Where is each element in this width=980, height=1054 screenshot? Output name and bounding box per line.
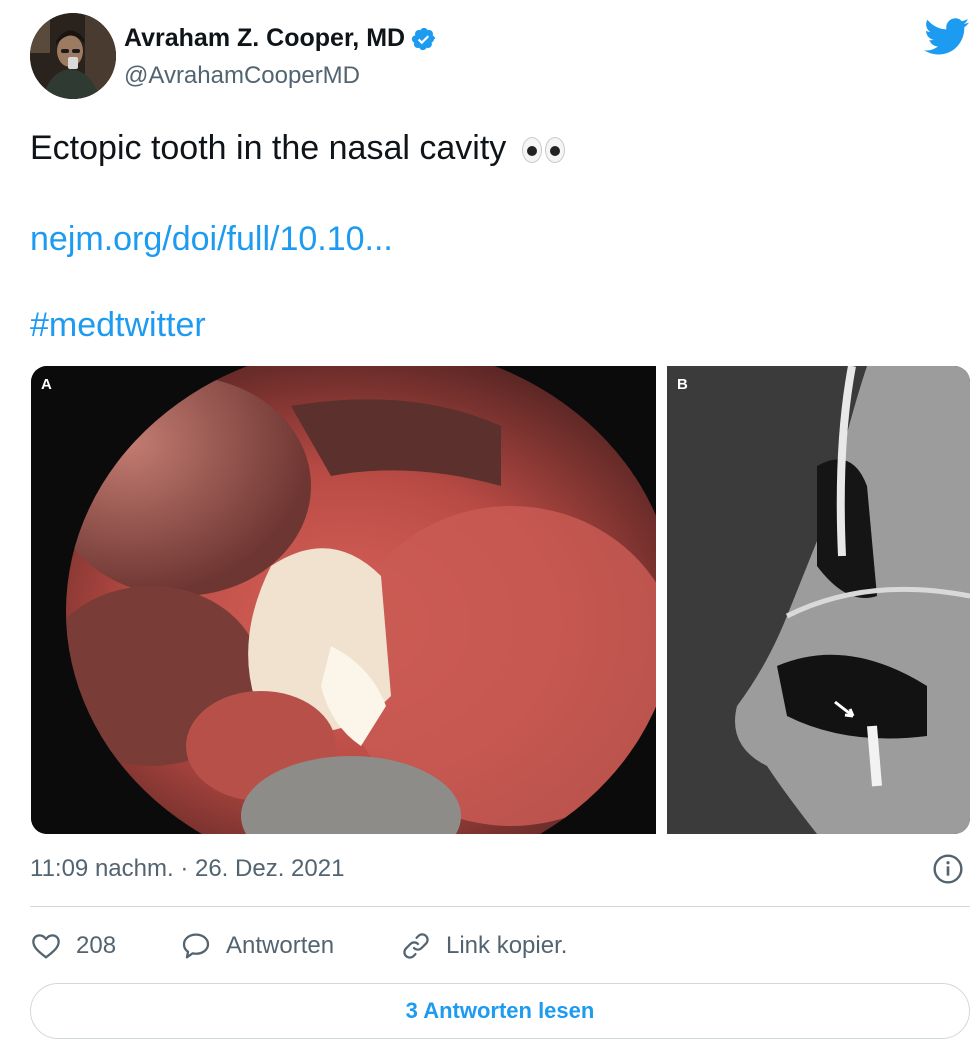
author-handle[interactable]: @AvrahamCooperMD xyxy=(124,62,360,90)
ct-scan-image[interactable]: B xyxy=(667,366,970,834)
panel-label-b: B xyxy=(677,376,688,393)
divider xyxy=(30,906,970,907)
tweet-timestamp[interactable]: 11:09 nachm. · 26. Dez. 2021 xyxy=(30,855,344,883)
info-icon[interactable] xyxy=(932,853,964,885)
like-count: 208 xyxy=(76,932,117,959)
speech-bubble-icon xyxy=(182,933,210,959)
tweet-link[interactable]: nejm.org/doi/full/10.10... xyxy=(30,220,393,259)
heart-icon xyxy=(32,934,60,959)
hashtag-link[interactable]: #medtwitter xyxy=(30,306,206,345)
author-name-text[interactable]: Avraham Z. Cooper, MD xyxy=(124,24,405,53)
panel-label-a: A xyxy=(41,376,52,393)
reply-label: Antworten xyxy=(226,932,335,959)
read-replies-button[interactable]: 3 Antworten lesen xyxy=(30,983,970,1039)
reply-button[interactable]: Antworten xyxy=(180,924,334,968)
copy-link-label: Link kopier. xyxy=(446,932,568,959)
tweet-media[interactable]: A B xyxy=(31,366,970,834)
verified-badge-icon xyxy=(411,27,436,50)
avatar[interactable] xyxy=(30,13,116,99)
endoscopy-image[interactable]: A xyxy=(31,366,656,834)
eyes-emoji-icon xyxy=(521,137,565,164)
copy-link-button[interactable]: Link kopier. xyxy=(400,924,567,968)
twitter-bird-icon[interactable] xyxy=(924,18,970,56)
like-button[interactable]: 208 xyxy=(30,924,116,968)
link-icon xyxy=(403,933,429,959)
tweet-text: Ectopic tooth in the nasal cavity xyxy=(30,128,565,168)
author-name[interactable]: Avraham Z. Cooper, MD xyxy=(124,24,437,53)
tweet-card: Avraham Z. Cooper, MD @AvrahamCooperMD E… xyxy=(0,0,980,1054)
tweet-text-content: Ectopic tooth in the nasal cavity xyxy=(30,129,507,167)
